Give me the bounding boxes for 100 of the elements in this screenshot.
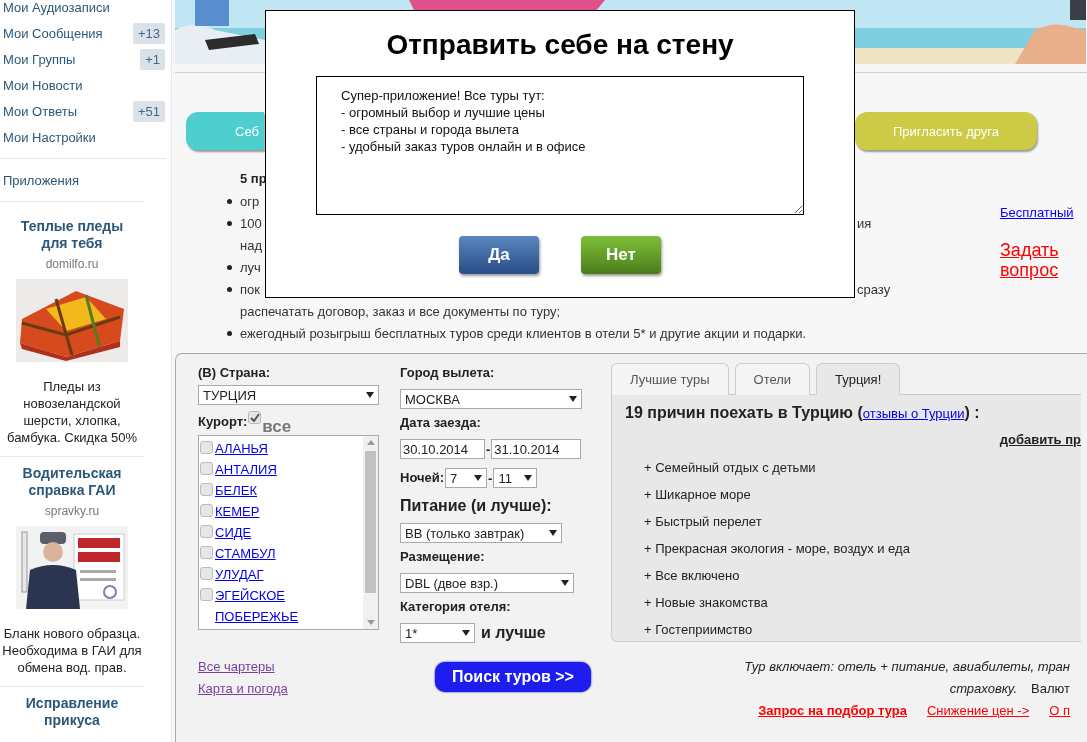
bullet-icon	[227, 264, 232, 270]
intro-text: над	[240, 237, 263, 253]
checkbox[interactable]	[200, 462, 213, 475]
menu-link[interactable]: Мои Группы	[3, 51, 76, 67]
dialog-title: Отправить себе на стену	[386, 28, 734, 62]
currency-text: Валют	[1031, 680, 1070, 698]
checkbox[interactable]	[200, 525, 213, 538]
menu-link[interactable]: Мои Сообщения	[3, 25, 103, 41]
caret-icon	[462, 630, 470, 636]
footer-link[interactable]: Запрос на подбор тура	[758, 700, 907, 722]
resort-link[interactable]: АНТАЛИЯ	[215, 459, 277, 480]
reason-item[interactable]: + Гостеприимство	[644, 616, 1081, 641]
ad-text: Пледы из новозеландской шерсти, хлопка, бамбука. Скидка 50%	[6, 378, 138, 446]
dropdown[interactable]: 7	[445, 468, 488, 488]
bullet-icon	[227, 330, 232, 336]
tab[interactable]: Отели	[734, 363, 811, 395]
checkbox[interactable]	[200, 504, 213, 517]
reason-item[interactable]: + Прекрасная экология - море, воздух и еда	[644, 535, 1081, 562]
resort-link[interactable]: АЛАНЬЯ	[215, 438, 268, 459]
dropdown[interactable]: 11	[493, 468, 538, 488]
bullet-icon	[227, 286, 232, 292]
dropdown[interactable]: 1*	[400, 623, 475, 643]
menu-link[interactable]: Мои Ответы	[3, 103, 77, 119]
tour-note: Тур включает: отель + питание, авиабилеты, тран	[744, 658, 1070, 676]
visited-link[interactable]: Карта и погода	[198, 678, 288, 700]
intro-text: огр	[240, 193, 261, 209]
field-label: Город вылета:	[400, 365, 495, 381]
yes-button[interactable]: Да	[459, 236, 539, 274]
caret-icon	[524, 475, 533, 481]
add-link[interactable]: добавить пр	[999, 432, 1081, 448]
date-field[interactable]: 31.10.2014	[491, 439, 582, 459]
menu-link[interactable]: Мои Аудиозаписи	[3, 0, 110, 15]
field-label: Размещение:	[400, 549, 485, 565]
dropdown[interactable]: BB (только завтрак)	[400, 523, 562, 543]
reason-item[interactable]: + Новые знакомства	[644, 589, 1081, 616]
counter-badge: +13	[132, 22, 165, 44]
intro-text: распечатать договор, заказ и все документы по туру;	[240, 303, 562, 319]
checkbox[interactable]	[248, 411, 262, 424]
scroll-down-icon[interactable]	[366, 620, 375, 625]
resort-link[interactable]: СТАМБУЛ	[215, 543, 276, 564]
ad-title[interactable]: Теплые пледы для тебя	[6, 218, 138, 252]
dropdown[interactable]: МОСКВА	[400, 389, 582, 409]
date-field[interactable]: 30.10.2014	[400, 439, 485, 459]
counter-badge: +51	[132, 100, 165, 122]
reason-item[interactable]: + Семейный отдых с детьми	[644, 454, 1081, 481]
reason-item[interactable]: + Быстрый перелет	[644, 508, 1081, 535]
dropdown[interactable]: ТУРЦИЯ	[198, 385, 379, 405]
field-label: Ночей:	[400, 470, 445, 486]
resort-link[interactable]: УЛУДАГ	[215, 564, 264, 585]
search-button[interactable]: Поиск туров >>	[435, 662, 591, 692]
checkbox[interactable]	[200, 441, 213, 454]
field-label: (В) Страна:	[198, 365, 270, 381]
checkbox-label: все	[262, 417, 292, 437]
ad-title[interactable]: Водительская справка ГАИ	[6, 465, 138, 499]
range-dash: -	[488, 470, 493, 486]
ask-question-link[interactable]: Задать вопрос	[1000, 240, 1080, 280]
intro-text: сразу	[857, 281, 892, 297]
tour-note: страховку.	[949, 680, 1018, 698]
field-label: и лучше	[481, 624, 546, 642]
visited-link[interactable]: Все чартеры	[198, 656, 288, 678]
ad-title[interactable]: Исправление прикуса	[6, 695, 138, 729]
side-link[interactable]: Бесплатный	[1000, 205, 1080, 220]
resort-link[interactable]: СИДЕ	[215, 522, 252, 543]
intro-text: 100	[240, 215, 263, 231]
tab[interactable]: Лучшие туры	[611, 363, 729, 395]
caret-icon	[366, 392, 374, 398]
apps-link[interactable]: Приложения	[3, 172, 80, 188]
range-dash: -	[486, 441, 491, 457]
field-label: Курорт:	[198, 414, 248, 430]
counter-badge: +1	[140, 48, 165, 70]
ad-domain: spravky.ru	[44, 504, 100, 518]
menu-link[interactable]: Мои Настройки	[3, 129, 96, 145]
bullet-icon	[227, 220, 232, 226]
caret-icon	[474, 475, 483, 481]
intro-text: ежегодный розыгрыш бесплатных туров среди клиентов в отели 5* и другие акции и подарки.	[240, 325, 808, 341]
field-label: Дата заезда:	[400, 415, 481, 431]
checkbox[interactable]	[200, 588, 213, 601]
bullet-icon	[227, 198, 232, 204]
checkbox[interactable]	[200, 546, 213, 559]
caret-icon	[561, 580, 569, 586]
field-label: Категория отеля:	[400, 599, 511, 615]
reasons-heading: 19 причин поехать в Турцию (отзывы о Турции) :	[625, 403, 981, 423]
resort-link[interactable]: КЕМЕР	[215, 501, 260, 522]
menu-link[interactable]: Мои Новости	[3, 77, 83, 93]
checkbox[interactable]	[200, 483, 213, 496]
tab[interactable]: Турция!	[816, 363, 901, 395]
message-field[interactable]: Супер-приложение! Все туры тут: - огромный выбор и лучшие цены - все страны и города вылета - удобный заказ туров онлайн и в офисе	[316, 76, 804, 215]
dropdown[interactable]: DBL (двое взр.)	[400, 573, 574, 593]
scrollbar-thumb[interactable]	[365, 451, 376, 593]
footer-link[interactable]: О п	[1049, 700, 1070, 722]
resort-link[interactable]: ЭГЕЙСКОЕ ПОБЕРЕЖЬЕ	[215, 585, 361, 627]
ad-text: Бланк нового образца. Необходима в ГАИ для обмена вод. прав.	[1, 625, 143, 676]
checkbox[interactable]	[200, 567, 213, 580]
reason-item[interactable]: + Шикарное море	[644, 481, 1081, 508]
intro-text: луч	[240, 259, 262, 275]
footer-link[interactable]: Снижение цен ->	[926, 700, 1030, 722]
resort-link[interactable]: БЕЛЕК	[215, 480, 257, 501]
reason-item[interactable]: + Все включено	[644, 562, 1081, 589]
scroll-up-icon[interactable]	[366, 440, 375, 445]
caret-icon	[569, 396, 577, 402]
